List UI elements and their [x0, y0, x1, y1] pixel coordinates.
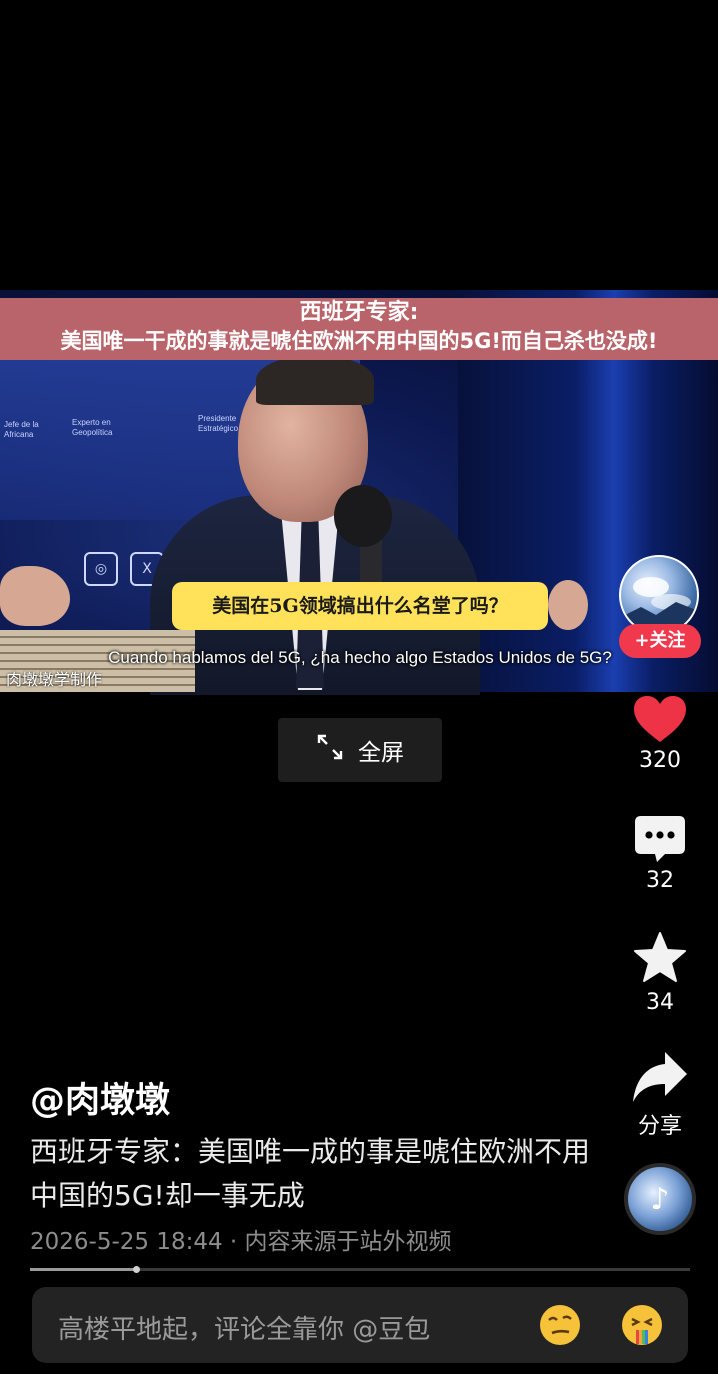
favorite-count: 34 — [646, 990, 674, 1015]
video-title-line1: 西班牙专家: — [299, 300, 419, 325]
post-description[interactable]: 西班牙专家：美国唯一成的事是唬住欧洲不用中国的5G!却一事无成 — [30, 1130, 590, 1218]
post-meta: 2026-5-25 18:44 · 内容来源于站外视频 — [30, 1229, 452, 1255]
author-name[interactable]: @肉墩墩 — [30, 1072, 170, 1123]
like-button[interactable]: 320 — [622, 694, 698, 773]
panel-text: Jefe de la Africana — [4, 420, 39, 439]
microphone — [334, 485, 392, 547]
author-avatar[interactable] — [619, 555, 699, 635]
star-icon — [634, 932, 686, 982]
like-count: 320 — [639, 748, 681, 773]
comment-icon — [635, 816, 685, 862]
share-arrow-icon — [633, 1052, 687, 1102]
smirk-emoji-icon[interactable] — [538, 1303, 582, 1347]
heart-icon — [634, 696, 686, 742]
comment-input-placeholder: 高楼平地起，评论全靠你 @豆包 — [58, 1315, 431, 1345]
music-disc[interactable]: ♪ — [624, 1163, 696, 1235]
favorite-button[interactable]: 34 — [622, 930, 698, 1015]
expand-icon — [316, 733, 344, 767]
speaker-hand — [548, 580, 588, 630]
subtitle-spanish: Cuando hablamos del 5G, ¿ha hecho algo E… — [108, 648, 612, 667]
fullscreen-button[interactable]: 全屏 — [278, 718, 442, 782]
music-note-icon: ♪ — [650, 1181, 670, 1217]
fullscreen-label: 全屏 — [358, 740, 404, 766]
follow-button[interactable]: +关注 — [619, 624, 701, 658]
video-title-line2: 美国唯一干成的事就是唬住欧洲不用中国的5G!而自己杀也没成! — [60, 329, 658, 353]
progress-handle[interactable] — [133, 1266, 140, 1273]
subtitle-chinese: 美国在5G领域搞出什么名堂了吗？ — [172, 582, 548, 630]
speaker-hair — [256, 355, 374, 405]
progress-fill — [30, 1268, 136, 1271]
comment-input-bar[interactable]: 高楼平地起，评论全靠你 @豆包 — [32, 1287, 688, 1363]
share-button[interactable]: 分享 — [622, 1050, 698, 1140]
video-progress-bar[interactable] — [30, 1266, 690, 1273]
panel-text: Experto en Geopolítica — [72, 418, 113, 437]
comment-count: 32 — [646, 868, 674, 893]
comment-button[interactable]: 32 — [622, 814, 698, 893]
rainbow-puke-emoji-icon[interactable] — [620, 1303, 664, 1347]
instagram-icon: ◎ — [84, 552, 118, 586]
share-label: 分享 — [637, 1114, 682, 1139]
video-title-banner: 西班牙专家: 美国唯一干成的事就是唬住欧洲不用中国的5G!而自己杀也没成! — [0, 298, 718, 360]
video-watermark: 肉墩墩学制作 — [6, 670, 103, 689]
